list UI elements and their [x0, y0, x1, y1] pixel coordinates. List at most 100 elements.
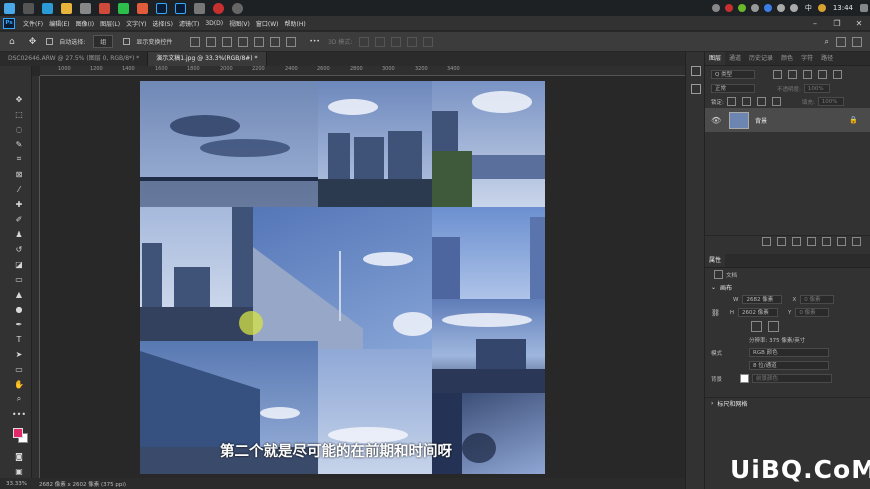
tab-channels[interactable]: 通道: [725, 52, 745, 65]
quick-select-tool-icon[interactable]: ✎: [13, 138, 25, 150]
tab-character[interactable]: 字符: [797, 52, 817, 65]
landscape-icon[interactable]: [768, 320, 779, 332]
align-top-icon[interactable]: [238, 36, 249, 47]
more-options-icon[interactable]: •••: [309, 38, 320, 45]
show-transform-checkbox[interactable]: [123, 38, 131, 45]
photoshop-icon[interactable]: [156, 2, 167, 14]
explorer-icon[interactable]: [61, 2, 72, 14]
fx-icon[interactable]: [777, 237, 786, 246]
slide-3d-icon[interactable]: [407, 36, 418, 47]
background-swatch[interactable]: [740, 374, 749, 383]
adjustment-icon[interactable]: [807, 237, 816, 246]
pen-tool-icon[interactable]: ✒: [13, 318, 25, 330]
chevron-right-icon[interactable]: ›: [711, 400, 713, 407]
height-input[interactable]: 2602 像素: [738, 308, 779, 317]
rotate-3d-icon[interactable]: [359, 36, 370, 47]
menu-filter[interactable]: 滤镜(T): [176, 19, 202, 28]
align-right-icon[interactable]: [222, 36, 233, 47]
align-center-icon[interactable]: [206, 36, 217, 47]
blend-mode-dropdown[interactable]: 正常: [711, 84, 755, 93]
chevron-down-icon[interactable]: ⌄: [711, 284, 716, 291]
menu-help[interactable]: 帮助(H): [282, 19, 309, 28]
document-image[interactable]: [140, 81, 545, 474]
tab-layers[interactable]: 图层: [705, 52, 726, 65]
menu-type[interactable]: 文字(Y): [123, 19, 149, 28]
tab-paths[interactable]: 路径: [817, 52, 837, 65]
menu-3d[interactable]: 3D(D): [202, 20, 226, 27]
layer-filter-input[interactable]: Q 类型: [711, 69, 755, 79]
link-icon[interactable]: [762, 237, 771, 246]
menu-image[interactable]: 图像(I): [73, 19, 97, 28]
ime-indicator[interactable]: 中: [805, 3, 812, 13]
filter-pixel-icon[interactable]: [773, 69, 782, 79]
lock-pixels-icon[interactable]: [726, 97, 736, 106]
auto-select-checkbox[interactable]: [46, 38, 54, 45]
x-input[interactable]: 0 像素: [800, 295, 835, 304]
windows-start-icon[interactable]: [4, 2, 15, 14]
width-input[interactable]: 2682 像素: [742, 295, 783, 304]
marquee-tool-icon[interactable]: ⬚: [13, 108, 25, 120]
tab-history[interactable]: 历史记录: [745, 52, 777, 65]
wechat-icon[interactable]: [118, 2, 129, 14]
clock[interactable]: 13:44: [833, 4, 853, 12]
new-layer-icon[interactable]: [837, 237, 846, 246]
menu-view[interactable]: 视图(V): [226, 19, 253, 28]
nvidia-icon[interactable]: [738, 4, 747, 12]
bluetooth-icon[interactable]: [764, 4, 773, 12]
edge-browser-icon[interactable]: [42, 2, 53, 14]
menu-layer[interactable]: 图层(L): [97, 19, 123, 28]
align-left-icon[interactable]: [190, 36, 201, 47]
dodge-tool-icon[interactable]: ●: [13, 303, 25, 315]
distribute-icon[interactable]: [286, 36, 297, 47]
rulers-section-header[interactable]: › 标尺和网格: [705, 397, 870, 409]
doc-size[interactable]: 2682 像素 x 2602 像素 (375 ppi): [39, 480, 126, 488]
eraser-tool-icon[interactable]: ◪: [13, 258, 25, 270]
filter-adjust-icon[interactable]: [788, 69, 797, 79]
history-brush-icon[interactable]: ↺: [13, 243, 25, 255]
share-icon[interactable]: [852, 36, 862, 47]
app-icon[interactable]: [137, 2, 148, 14]
layer-select-dropdown[interactable]: 组: [93, 35, 114, 48]
move-tool-icon[interactable]: ✥: [29, 37, 37, 47]
rectangle-tool-icon[interactable]: ▭: [13, 363, 25, 375]
menu-select[interactable]: 选择(S): [149, 19, 176, 28]
roll-3d-icon[interactable]: [375, 36, 386, 47]
filter-type-icon[interactable]: [803, 69, 812, 79]
stamp-tool-icon[interactable]: ♟: [13, 228, 25, 240]
notification-icon[interactable]: [859, 4, 868, 12]
mask-icon[interactable]: [792, 237, 801, 246]
search-icon[interactable]: [23, 2, 34, 14]
frame-tool-icon[interactable]: ⊠: [13, 168, 25, 180]
chevron-up-icon[interactable]: [712, 4, 721, 12]
canvas-area[interactable]: 第二个就是尽可能的在前期和时间呀: [40, 76, 685, 478]
crop-tool-icon[interactable]: ⌗: [13, 153, 25, 165]
doc-tab-dsc02646[interactable]: DSC02646.ARW @ 27.5% (图层 0, RGB/8*) *: [0, 52, 149, 66]
minimize-icon[interactable]: –: [804, 16, 826, 31]
layer-row-background[interactable]: 👁 背景 🔒: [705, 108, 870, 132]
close-icon[interactable]: ✕: [848, 16, 870, 31]
folder-icon[interactable]: [822, 237, 831, 246]
lasso-tool-icon[interactable]: ◌: [13, 123, 25, 135]
blur-tool-icon[interactable]: ▲: [13, 288, 25, 300]
menu-file[interactable]: 文件(F): [20, 19, 46, 28]
healing-brush-icon[interactable]: ✚: [13, 198, 25, 210]
filter-shape-icon[interactable]: [818, 69, 827, 79]
brush-tool-icon[interactable]: ✐: [13, 213, 25, 225]
link-icon[interactable]: ⛓: [711, 309, 720, 317]
adjustments-panel-icon[interactable]: [691, 84, 701, 94]
app-icon[interactable]: [818, 4, 827, 12]
scale-3d-icon[interactable]: [423, 36, 434, 47]
filter-smart-icon[interactable]: [833, 69, 842, 79]
menu-window[interactable]: 窗口(W): [253, 19, 282, 28]
lock-all-icon[interactable]: [771, 97, 781, 106]
lock-position-icon[interactable]: [741, 97, 751, 106]
layer-name[interactable]: 背景: [755, 116, 767, 125]
photoshop-icon[interactable]: [175, 2, 186, 14]
network-icon[interactable]: [777, 4, 786, 12]
doc-tab-presentation[interactable]: 演示文稿1.jpg @ 33.3%(RGB/8#) *: [148, 52, 267, 66]
store-icon[interactable]: [80, 2, 91, 14]
opacity-input[interactable]: 100%: [803, 84, 830, 93]
drag-3d-icon[interactable]: [391, 36, 402, 47]
menu-edit[interactable]: 编辑(E): [46, 19, 72, 28]
canvas-section-header[interactable]: ⌄ 画布: [705, 281, 870, 293]
